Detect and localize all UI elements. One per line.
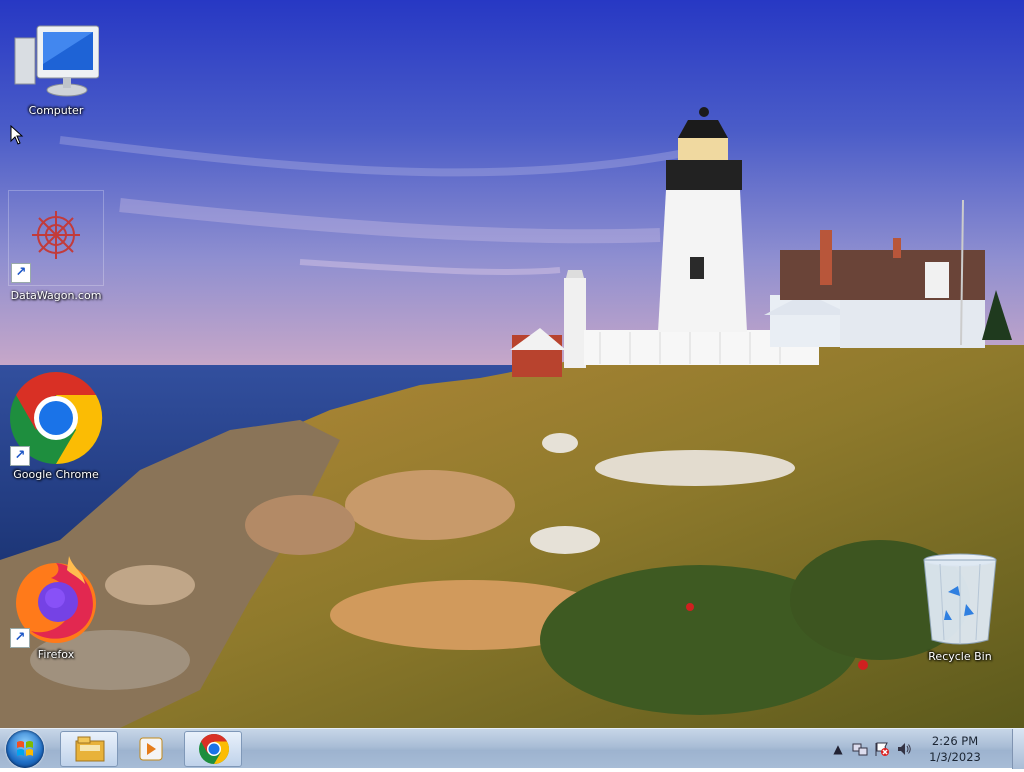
desktop-icon-label: DataWagon.com <box>10 289 102 302</box>
datawagon-icon <box>26 205 86 265</box>
taskbar: ▲ 2:26 PM 1/3/2023 <box>0 728 1024 769</box>
system-tray: ▲ 2:26 PM 1/3/2023 <box>830 729 1010 769</box>
shortcut-arrow-icon: ↗ <box>10 628 30 648</box>
taskbar-windows-explorer-button[interactable] <box>60 731 118 767</box>
action-center-icon[interactable] <box>874 741 890 757</box>
shortcut-arrow-icon: ↗ <box>10 446 30 466</box>
windows-explorer-icon <box>75 736 105 762</box>
volume-icon[interactable] <box>896 741 912 757</box>
shortcut-arrow-icon: ↗ <box>11 263 31 283</box>
desktop-icon-datawagon[interactable]: ↗ <box>8 190 104 286</box>
desktop-wallpaper <box>0 0 1024 728</box>
taskbar-clock[interactable]: 2:26 PM 1/3/2023 <box>920 733 990 765</box>
desktop-icon-label: Recycle Bin <box>928 650 992 663</box>
recycle-bin-icon <box>920 552 1000 648</box>
chrome-icon <box>199 734 230 764</box>
media-player-icon <box>139 737 163 761</box>
mouse-cursor-icon <box>10 125 24 145</box>
network-icon[interactable] <box>852 741 868 757</box>
taskbar-chrome-button[interactable] <box>184 731 242 767</box>
windows-start-icon[interactable] <box>6 730 44 768</box>
taskbar-media-player-button[interactable] <box>122 731 180 767</box>
desktop-icon-firefox[interactable]: ↗ Firefox <box>8 556 104 661</box>
clock-time: 2:26 PM <box>931 734 979 748</box>
desktop-icon-label: Firefox <box>37 648 75 661</box>
desktop-icon-computer[interactable]: Computer <box>8 24 104 117</box>
desktop-icon-label: Google Chrome <box>13 468 99 481</box>
desktop-icon-google-chrome[interactable]: ↗ Google Chrome <box>8 370 104 481</box>
clock-date: 1/3/2023 <box>929 750 981 764</box>
computer-icon <box>13 24 100 102</box>
show-desktop-button[interactable] <box>1012 729 1024 769</box>
desktop-icon-label: Computer <box>28 104 84 117</box>
desktop-icon-recycle-bin[interactable]: Recycle Bin <box>912 552 1008 663</box>
show-hidden-icons-icon[interactable]: ▲ <box>830 741 846 757</box>
